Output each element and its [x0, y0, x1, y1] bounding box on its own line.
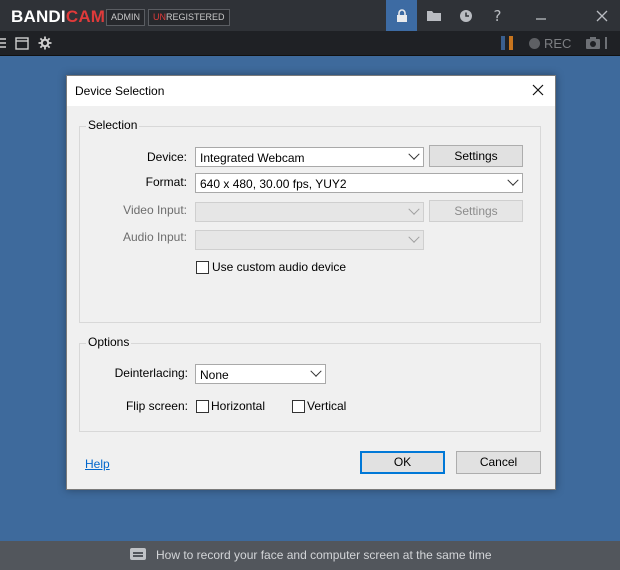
record-button[interactable]: REC — [529, 36, 571, 51]
audio-input-select[interactable] — [195, 230, 424, 250]
video-input-select[interactable] — [195, 202, 424, 222]
cancel-button[interactable]: Cancel — [456, 451, 541, 474]
audio-input-label: Audio Input: — [122, 230, 187, 244]
custom-audio-checkbox[interactable] — [196, 261, 209, 274]
record-dot-icon — [529, 38, 540, 49]
lock-icon[interactable] — [386, 0, 417, 31]
horizontal-checkbox[interactable] — [196, 400, 209, 413]
horizontal-label: Horizontal — [211, 399, 266, 413]
custom-audio-label: Use custom audio device — [212, 260, 347, 274]
title-bar: BANDICAM ADMIN UNREGISTERED ? — [0, 0, 620, 31]
device-selection-dialog: Device Selection Selection Device: Integ… — [66, 75, 556, 490]
toolbar: REC — [0, 31, 620, 56]
screenshot-icon[interactable] — [585, 34, 601, 52]
chevron-down-icon — [310, 365, 322, 377]
device-select[interactable]: Integrated Webcam — [195, 147, 424, 167]
video-settings-button[interactable]: Settings — [429, 200, 523, 222]
device-settings-button[interactable]: Settings — [429, 145, 523, 167]
chevron-down-icon — [408, 148, 420, 160]
device-label: Device: — [146, 150, 187, 164]
dialog-close-icon[interactable] — [527, 80, 549, 102]
dialog-titlebar: Device Selection — [67, 76, 555, 106]
help-link[interactable]: Help — [85, 457, 110, 471]
minimize-icon[interactable] — [525, 0, 556, 31]
flip-screen-label: Flip screen: — [125, 399, 188, 413]
gear-icon[interactable] — [38, 34, 52, 52]
deinterlacing-label: Deinterlacing: — [114, 366, 188, 380]
vertical-label: Vertical — [307, 399, 347, 413]
ok-button[interactable]: OK — [360, 451, 445, 474]
chevron-down-icon — [408, 203, 420, 215]
chat-icon — [130, 548, 146, 560]
format-label: Format: — [145, 175, 187, 189]
unregistered-badge[interactable]: UNREGISTERED — [148, 9, 230, 26]
menu-icon[interactable] — [0, 34, 6, 52]
help-icon[interactable]: ? — [482, 0, 513, 31]
close-icon[interactable] — [586, 0, 617, 31]
format-select[interactable]: 640 x 480, 30.00 fps, YUY2 — [195, 173, 523, 193]
pause-icon[interactable] — [500, 34, 516, 52]
vertical-checkbox[interactable] — [292, 400, 305, 413]
folder-icon[interactable] — [418, 0, 449, 31]
bandicam-logo: BANDICAM — [11, 7, 106, 26]
toolbar-separator — [605, 37, 607, 49]
chevron-down-icon — [408, 231, 420, 243]
window-mode-icon[interactable] — [15, 34, 29, 52]
options-group-label: Options — [86, 335, 132, 349]
bottom-bar: How to record your face and computer scr… — [0, 541, 620, 570]
chevron-down-icon — [507, 174, 519, 186]
video-input-label: Video Input: — [123, 203, 187, 217]
deinterlacing-select[interactable]: None — [195, 364, 326, 384]
dialog-title: Device Selection — [75, 84, 165, 98]
selection-group-label: Selection — [86, 118, 140, 132]
admin-badge: ADMIN — [106, 9, 145, 26]
clock-icon[interactable] — [450, 0, 481, 31]
hint-link[interactable]: How to record your face and computer scr… — [130, 548, 492, 562]
options-group — [79, 343, 541, 432]
